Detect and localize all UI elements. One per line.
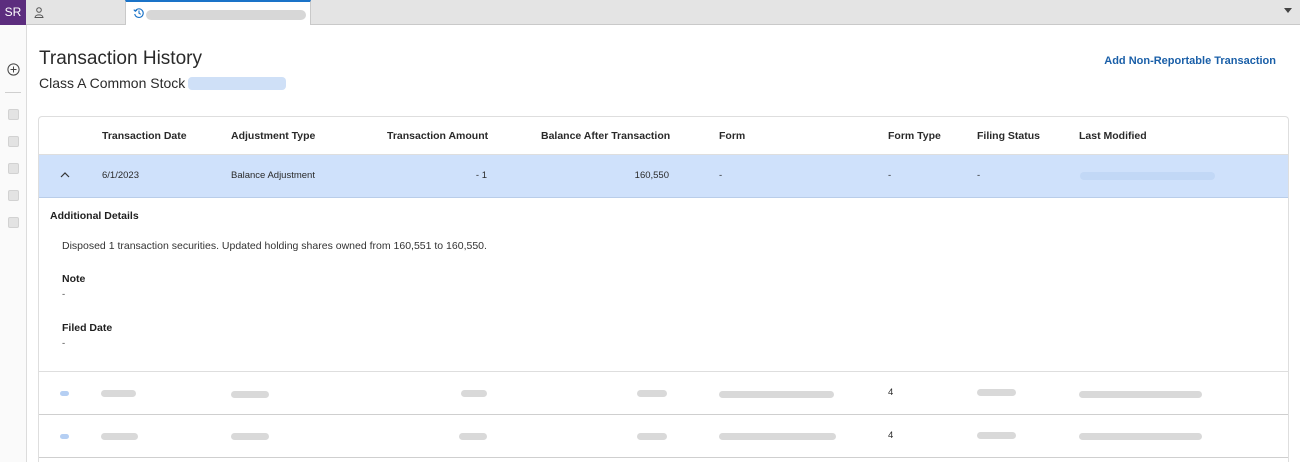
user-avatar[interactable]: SR bbox=[0, 0, 26, 25]
transaction-table: Transaction Date Adjustment Type Transac… bbox=[38, 116, 1289, 462]
cell-filing-status: - bbox=[977, 170, 981, 181]
table-header: Transaction Date Adjustment Type Transac… bbox=[39, 117, 1288, 155]
column-header[interactable]: Form Type bbox=[888, 130, 941, 142]
additional-details-panel: Additional Details Disposed 1 transactio… bbox=[39, 198, 1288, 372]
filed-date-value: - bbox=[62, 338, 66, 349]
chevron-down-icon[interactable] bbox=[1284, 8, 1292, 13]
cell-redacted bbox=[101, 433, 138, 440]
cell-redacted bbox=[977, 389, 1016, 396]
cell-form-type: 4 bbox=[888, 430, 894, 441]
tab-title-redacted bbox=[146, 10, 306, 20]
rail-item-icon[interactable] bbox=[8, 163, 19, 174]
page-title: Transaction History bbox=[39, 48, 202, 69]
add-circle-icon[interactable] bbox=[7, 63, 20, 76]
tab-user[interactable] bbox=[26, 0, 125, 25]
cell-balance-after: 160,550 bbox=[634, 170, 669, 181]
cell-last-modified-redacted bbox=[1080, 172, 1215, 180]
cell-redacted bbox=[101, 390, 136, 397]
cell-redacted bbox=[637, 390, 667, 397]
expand-toggle-icon[interactable] bbox=[60, 434, 69, 439]
details-description: Disposed 1 transaction securities. Updat… bbox=[62, 240, 487, 252]
cell-redacted bbox=[461, 390, 487, 397]
cell-redacted bbox=[977, 432, 1016, 439]
tab-bar: SR bbox=[0, 0, 1300, 25]
column-header[interactable]: Form bbox=[719, 130, 745, 142]
security-identifier-redacted bbox=[188, 77, 286, 90]
cell-redacted bbox=[231, 433, 269, 440]
column-header[interactable]: Balance After Transaction bbox=[541, 130, 670, 142]
cell-redacted bbox=[459, 433, 487, 440]
person-icon bbox=[34, 7, 44, 18]
cell-adjustment-type: Balance Adjustment bbox=[231, 170, 315, 181]
left-rail bbox=[0, 25, 27, 462]
cell-redacted bbox=[719, 433, 836, 440]
security-name: Class A Common Stock bbox=[39, 75, 186, 91]
cell-redacted bbox=[637, 433, 667, 440]
history-icon bbox=[133, 8, 144, 18]
table-row[interactable]: 4 bbox=[39, 415, 1288, 458]
cell-form: - bbox=[719, 170, 723, 181]
note-value: - bbox=[62, 289, 66, 300]
rail-item-icon[interactable] bbox=[8, 217, 19, 228]
rail-divider bbox=[5, 92, 21, 93]
filed-date-label: Filed Date bbox=[62, 322, 113, 334]
column-header[interactable]: Transaction Amount bbox=[387, 130, 488, 142]
column-header[interactable]: Filing Status bbox=[977, 130, 1040, 142]
cell-redacted bbox=[1079, 391, 1202, 398]
table-row[interactable]: 4 bbox=[39, 372, 1288, 415]
rail-item-icon[interactable] bbox=[8, 109, 19, 120]
table-row-expanded[interactable]: 6/1/2023 Balance Adjustment - 1 160,550 … bbox=[39, 155, 1288, 198]
chevron-up-icon[interactable] bbox=[60, 171, 70, 178]
cell-form-type: - bbox=[888, 170, 892, 181]
column-header[interactable]: Last Modified bbox=[1079, 130, 1147, 142]
tab-transaction-history[interactable] bbox=[125, 0, 311, 25]
column-header[interactable]: Transaction Date bbox=[102, 130, 187, 142]
cell-redacted bbox=[231, 391, 269, 398]
cell-transaction-amount: - 1 bbox=[475, 170, 487, 181]
column-header[interactable]: Adjustment Type bbox=[231, 130, 315, 142]
rail-item-icon[interactable] bbox=[8, 136, 19, 147]
add-non-reportable-transaction-link[interactable]: Add Non-Reportable Transaction bbox=[1104, 55, 1276, 67]
note-label: Note bbox=[62, 273, 86, 285]
rail-item-icon[interactable] bbox=[8, 190, 19, 201]
cell-transaction-date: 6/1/2023 bbox=[102, 170, 139, 181]
cell-form-type: 4 bbox=[888, 387, 894, 398]
expand-toggle-icon[interactable] bbox=[60, 391, 69, 396]
cell-redacted bbox=[1079, 433, 1202, 440]
details-heading: Additional Details bbox=[50, 210, 139, 222]
cell-redacted bbox=[719, 391, 834, 398]
